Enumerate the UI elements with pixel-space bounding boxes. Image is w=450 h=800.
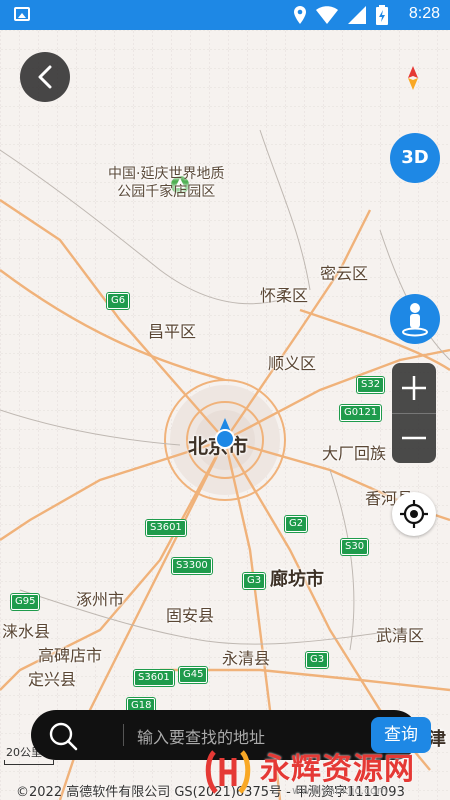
- road-shield-s3601: S3601: [146, 520, 186, 536]
- watermark-text: 永辉资源网: [260, 752, 415, 787]
- zoom-in-button[interactable]: [392, 363, 436, 413]
- place-label-laishui: 涞水县: [2, 622, 51, 641]
- person-icon: [402, 303, 428, 337]
- place-label-miyun: 密云区: [320, 264, 369, 283]
- watermark-url: www.yhbkjjc.com: [292, 784, 388, 797]
- status-icons: [294, 5, 388, 25]
- place-label-guan: 固安县: [166, 606, 215, 625]
- status-time: 8:28: [408, 5, 440, 22]
- road-shield-g45: G45: [179, 667, 208, 683]
- status-bar: 8:28: [0, 0, 450, 30]
- poi-label[interactable]: 中国·延庆世界地质 公园千家店园区: [108, 165, 224, 201]
- search-divider: [123, 724, 124, 746]
- crosshair-icon: [400, 500, 428, 528]
- compass-icon[interactable]: [405, 66, 421, 90]
- road-shield-g3: G3: [243, 573, 266, 589]
- place-label-huairou: 怀柔区: [260, 286, 309, 305]
- street-view-button[interactable]: [390, 294, 440, 344]
- map-scale-bar: [4, 760, 54, 765]
- location-icon: [294, 6, 306, 24]
- place-label-changping: 昌平区: [148, 322, 197, 341]
- watermark: 永辉资源网 www.yhbkjjc.com: [200, 740, 450, 800]
- place-label-dachang: 大厂回族: [322, 444, 387, 463]
- place-label-langfang: 廊坊市: [270, 569, 324, 590]
- place-label-zhuozhou: 涿州市: [76, 590, 125, 609]
- 3d-toggle-button[interactable]: 3D: [390, 133, 440, 183]
- wifi-icon: [316, 6, 338, 24]
- road-shield-g6: G6: [107, 293, 130, 309]
- image-icon: [14, 7, 30, 21]
- signal-icon: [348, 6, 366, 24]
- chevron-left-icon: [38, 65, 52, 89]
- battery-icon: [376, 5, 388, 25]
- map-view[interactable]: 中国·延庆世界地质 公园千家店园区 密云区 怀柔区 昌平区 顺义区 北京市 大厂…: [0, 30, 450, 800]
- road-shield-s3300: S3300: [172, 558, 212, 574]
- zoom-controls: [392, 363, 436, 463]
- road-shield-g3-south: G3: [306, 652, 329, 668]
- poi-label-line2: 公园千家店园区: [117, 184, 216, 200]
- place-label-gaobeidian: 高碑店市: [38, 646, 103, 665]
- place-label-shunyi: 顺义区: [268, 354, 317, 373]
- place-label-wuqing: 武清区: [376, 626, 425, 645]
- road-shield-s3601-south: S3601: [134, 670, 174, 686]
- back-button[interactable]: [20, 52, 70, 102]
- road-shield-g0121: G0121: [340, 405, 382, 421]
- poi-label-line1: 中国·延庆世界地质: [108, 166, 225, 182]
- minus-icon: [402, 436, 426, 440]
- road-shield-s30: S30: [341, 539, 369, 555]
- road-shield-g95: G95: [11, 594, 40, 610]
- watermark-logo-icon: [205, 750, 251, 794]
- road-shield-s32: S32: [357, 377, 385, 393]
- place-label-dingxing: 定兴县: [28, 670, 77, 689]
- locate-me-button[interactable]: [392, 492, 436, 536]
- current-location-icon[interactable]: [213, 418, 237, 450]
- zoom-out-button[interactable]: [392, 413, 436, 463]
- search-icon[interactable]: [47, 721, 81, 751]
- plus-icon: [402, 376, 426, 400]
- place-label-yongqing: 永清县: [222, 649, 271, 668]
- road-shield-g2: G2: [285, 516, 308, 532]
